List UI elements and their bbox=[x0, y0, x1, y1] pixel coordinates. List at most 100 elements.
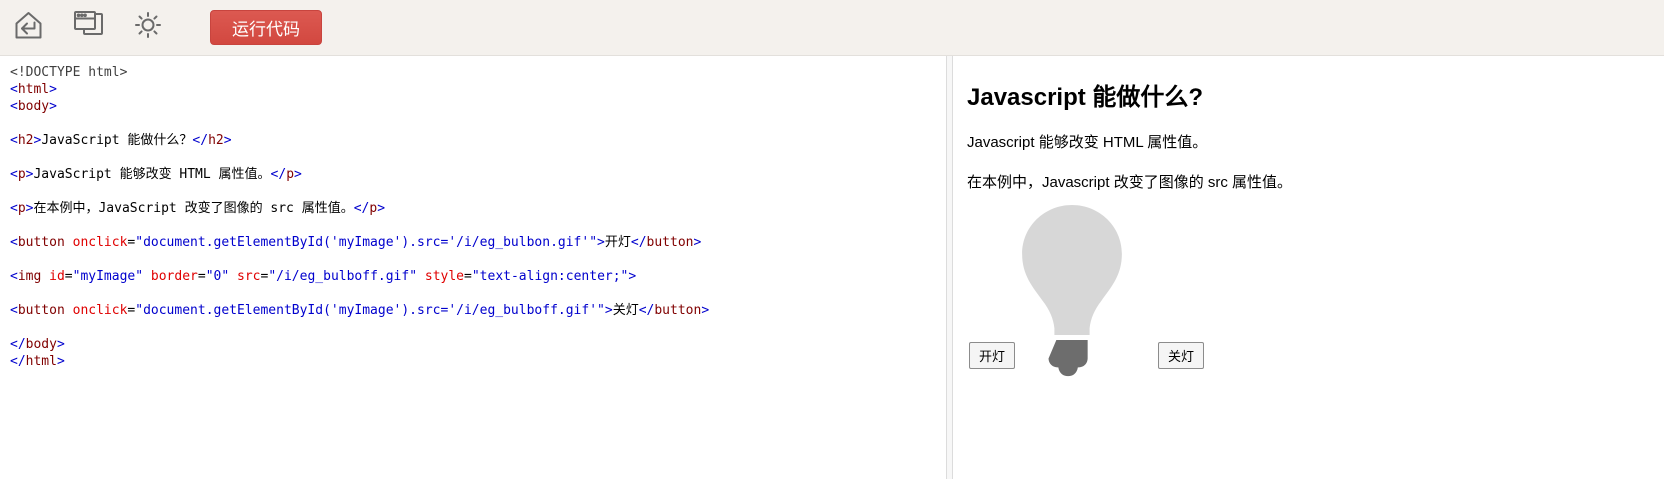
home-back-icon bbox=[12, 9, 45, 47]
code-token: p bbox=[18, 201, 26, 216]
code-token: > bbox=[701, 303, 709, 318]
code-line bbox=[10, 183, 946, 200]
code-line bbox=[10, 319, 946, 336]
layout-icon bbox=[71, 9, 105, 46]
code-token: html bbox=[26, 354, 57, 369]
code-token bbox=[65, 235, 73, 250]
preview-heading: Javascript 能做什么? bbox=[967, 77, 1650, 112]
code-token: < bbox=[10, 82, 18, 97]
code-token: "0" bbox=[206, 269, 229, 284]
bulb-off-image bbox=[1020, 204, 1124, 382]
code-token: 开灯 bbox=[605, 235, 631, 250]
code-token: > bbox=[597, 235, 605, 250]
code-token: < bbox=[10, 201, 18, 216]
code-line: </body> bbox=[10, 336, 946, 353]
brightness-button[interactable] bbox=[130, 10, 166, 46]
code-token: h2 bbox=[18, 133, 34, 148]
code-token: JavaScript 能做什么？ bbox=[41, 133, 192, 148]
code-line: <p>在本例中，JavaScript 改变了图像的 src 属性值。</p> bbox=[10, 200, 946, 217]
turn-on-button[interactable]: 开灯 bbox=[969, 342, 1015, 369]
code-line bbox=[10, 115, 946, 132]
code-token: button bbox=[18, 303, 65, 318]
code-token: 在本例中，JavaScript 改变了图像的 src 属性值。 bbox=[33, 201, 353, 216]
code-token: </ bbox=[271, 167, 287, 182]
code-token: > bbox=[49, 82, 57, 97]
bulb-glass bbox=[1022, 205, 1122, 335]
code-token: id bbox=[49, 269, 65, 284]
code-token: p bbox=[18, 167, 26, 182]
code-token: html bbox=[18, 82, 49, 97]
code-token: < bbox=[10, 269, 18, 284]
layout-button[interactable] bbox=[70, 10, 106, 46]
code-token: > bbox=[57, 354, 65, 369]
code-line: <button onclick="document.getElementById… bbox=[10, 302, 946, 319]
main-split: <!DOCTYPE html><html><body> <h2>JavaScri… bbox=[0, 56, 1664, 479]
code-token: > bbox=[694, 235, 702, 250]
panel-divider[interactable] bbox=[946, 56, 953, 479]
code-token: < bbox=[10, 235, 18, 250]
code-token: </ bbox=[639, 303, 655, 318]
code-token: </ bbox=[631, 235, 647, 250]
code-token: > bbox=[294, 167, 302, 182]
code-token: = bbox=[464, 269, 472, 284]
code-token: </ bbox=[10, 337, 26, 352]
code-token: onclick bbox=[73, 303, 128, 318]
code-token: "myImage" bbox=[73, 269, 143, 284]
brightness-icon bbox=[130, 7, 166, 48]
code-editor[interactable]: <!DOCTYPE html><html><body> <h2>JavaScri… bbox=[0, 56, 946, 479]
toolbar: 运行代码 bbox=[0, 0, 1664, 56]
code-token: img bbox=[18, 269, 41, 284]
code-token: > bbox=[49, 99, 57, 114]
code-token bbox=[143, 269, 151, 284]
code-token: = bbox=[65, 269, 73, 284]
code-token: > bbox=[377, 201, 385, 216]
code-token: style bbox=[425, 269, 464, 284]
code-token: > bbox=[57, 337, 65, 352]
code-line bbox=[10, 285, 946, 302]
run-code-button[interactable]: 运行代码 bbox=[210, 10, 322, 45]
code-token: "/i/eg_bulboff.gif" bbox=[268, 269, 417, 284]
code-token: < bbox=[10, 303, 18, 318]
preview-paragraph-2: 在本例中，Javascript 改变了图像的 src 属性值。 bbox=[967, 171, 1650, 192]
code-line: </html> bbox=[10, 353, 946, 370]
code-token: > bbox=[628, 269, 636, 284]
code-token: "document.getElementById('myImage').src=… bbox=[135, 303, 605, 318]
preview-paragraph-1: Javascript 能够改变 HTML 属性值。 bbox=[967, 131, 1650, 152]
code-token: </ bbox=[192, 133, 208, 148]
code-line: <body> bbox=[10, 98, 946, 115]
code-line: <img id="myImage" border="0" src="/i/eg_… bbox=[10, 268, 946, 285]
code-token bbox=[65, 303, 73, 318]
code-token: JavaScript 能够改变 HTML 属性值。 bbox=[33, 167, 270, 182]
code-token: onclick bbox=[73, 235, 128, 250]
code-token: </ bbox=[354, 201, 370, 216]
code-token: button bbox=[18, 235, 65, 250]
bulb-base bbox=[1049, 340, 1088, 376]
code-line bbox=[10, 149, 946, 166]
code-token: h2 bbox=[208, 133, 224, 148]
turn-off-button[interactable]: 关灯 bbox=[1158, 342, 1204, 369]
code-line: <h2>JavaScript 能做什么？</h2> bbox=[10, 132, 946, 149]
code-token: body bbox=[18, 99, 49, 114]
code-token: body bbox=[26, 337, 57, 352]
code-line: <html> bbox=[10, 81, 946, 98]
code-token bbox=[41, 269, 49, 284]
code-token: button bbox=[654, 303, 701, 318]
code-token: border bbox=[151, 269, 198, 284]
code-line: <p>JavaScript 能够改变 HTML 属性值。</p> bbox=[10, 166, 946, 183]
code-token: p bbox=[286, 167, 294, 182]
code-token: > bbox=[605, 303, 613, 318]
code-line: <button onclick="document.getElementById… bbox=[10, 234, 946, 251]
code-token: > bbox=[224, 133, 232, 148]
code-token: = bbox=[198, 269, 206, 284]
code-token bbox=[417, 269, 425, 284]
code-line bbox=[10, 251, 946, 268]
code-token: < bbox=[10, 133, 18, 148]
code-line: <!DOCTYPE html> bbox=[10, 64, 946, 81]
code-token: < bbox=[10, 167, 18, 182]
code-token bbox=[229, 269, 237, 284]
code-token: "document.getElementById('myImage').src=… bbox=[135, 235, 597, 250]
home-back-button[interactable] bbox=[10, 10, 46, 46]
code-line bbox=[10, 217, 946, 234]
code-token: "text-align:center;" bbox=[472, 269, 629, 284]
code-token: src bbox=[237, 269, 260, 284]
